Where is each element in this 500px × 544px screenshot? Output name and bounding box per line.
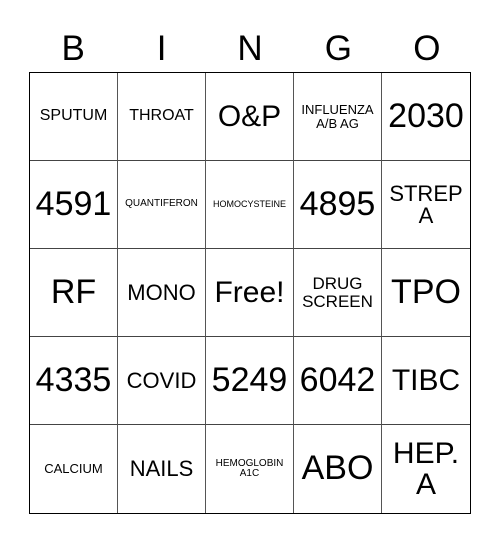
bingo-cell[interactable]: STREP A bbox=[382, 161, 470, 249]
header-letter-g: G bbox=[324, 29, 353, 68]
header-letter-n: N bbox=[237, 29, 263, 68]
bingo-cell[interactable]: TIBC bbox=[382, 337, 470, 425]
bingo-cell[interactable]: ABO bbox=[294, 425, 382, 513]
bingo-cell[interactable]: QUANTIFERON bbox=[118, 161, 206, 249]
bingo-cell[interactable]: THROAT bbox=[118, 73, 206, 161]
bingo-cell[interactable]: 6042 bbox=[294, 337, 382, 425]
bingo-cell[interactable]: 4335 bbox=[30, 337, 118, 425]
bingo-cell[interactable]: MONO bbox=[118, 249, 206, 337]
bingo-cell[interactable]: DRUG SCREEN bbox=[294, 249, 382, 337]
bingo-cell[interactable]: SPUTUM bbox=[30, 73, 118, 161]
free-space-cell[interactable]: Free! bbox=[206, 249, 294, 337]
bingo-cell[interactable]: O&P bbox=[206, 73, 294, 161]
bingo-cell[interactable]: 4591 bbox=[30, 161, 118, 249]
bingo-cell[interactable]: TPO bbox=[382, 249, 470, 337]
bingo-cell[interactable]: CALCIUM bbox=[30, 425, 118, 513]
bingo-cell[interactable]: 2030 bbox=[382, 73, 470, 161]
bingo-cell[interactable]: HEP. A bbox=[382, 425, 470, 513]
bingo-grid: SPUTUM THROAT O&P INFLUENZA A/B AG 2030 … bbox=[29, 72, 471, 514]
bingo-cell[interactable]: RF bbox=[30, 249, 118, 337]
bingo-header: B I N G O bbox=[29, 26, 471, 72]
bingo-cell[interactable]: NAILS bbox=[118, 425, 206, 513]
header-letter-i: I bbox=[156, 29, 167, 68]
bingo-cell[interactable]: HEMOGLOBIN A1C bbox=[206, 425, 294, 513]
bingo-cell[interactable]: 5249 bbox=[206, 337, 294, 425]
header-letter-o: O bbox=[413, 29, 441, 68]
bingo-cell[interactable]: HOMOCYSTEINE bbox=[206, 161, 294, 249]
header-letter-b: B bbox=[61, 29, 85, 68]
bingo-cell[interactable]: INFLUENZA A/B AG bbox=[294, 73, 382, 161]
bingo-cell[interactable]: 4895 bbox=[294, 161, 382, 249]
bingo-cell[interactable]: COVID bbox=[118, 337, 206, 425]
